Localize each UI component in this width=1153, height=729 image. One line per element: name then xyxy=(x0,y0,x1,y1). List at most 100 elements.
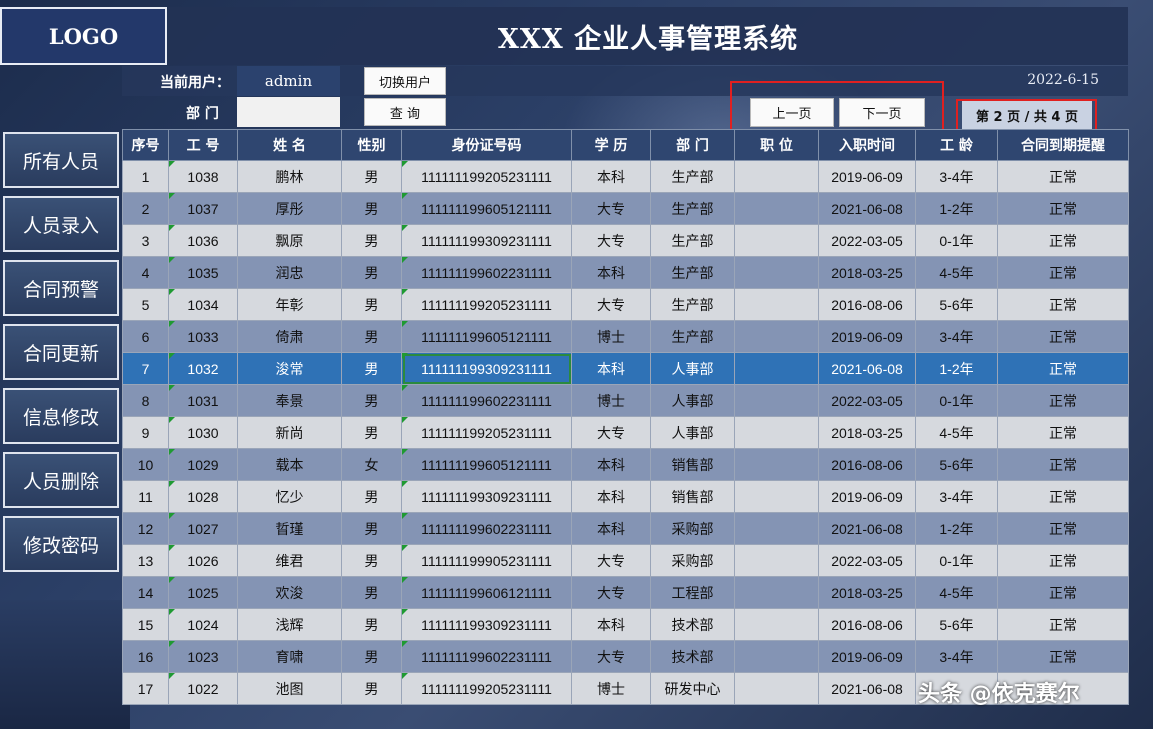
table-cell[interactable]: 1035 xyxy=(168,256,238,289)
table-cell[interactable]: 新尚 xyxy=(237,416,342,449)
table-cell[interactable]: 1033 xyxy=(168,320,238,353)
col-header-gender[interactable]: 性别 xyxy=(341,129,402,161)
table-cell[interactable]: 技术部 xyxy=(650,640,735,673)
table-cell[interactable]: 男 xyxy=(341,160,402,193)
table-row[interactable]: 2 1037 厚彤男 111111199605121111 大专 生产部 2021-06-0… xyxy=(122,192,1129,225)
table-cell[interactable]: 正常 xyxy=(997,352,1129,385)
table-cell[interactable]: 本科 xyxy=(571,256,651,289)
table-cell[interactable]: 111111199205231111 xyxy=(401,288,572,321)
sidebar-item-change-password[interactable]: 修改密码 xyxy=(3,516,119,572)
table-cell[interactable]: 4-5年 xyxy=(915,576,998,609)
table-cell[interactable]: 16 xyxy=(122,640,169,673)
table-cell[interactable]: 工程部 xyxy=(650,576,735,609)
table-cell[interactable]: 111111199309231111 xyxy=(401,352,572,385)
table-cell[interactable]: 7 xyxy=(122,352,169,385)
table-cell[interactable]: 1028 xyxy=(168,480,238,513)
table-cell[interactable]: 男 xyxy=(341,352,402,385)
table-row[interactable]: 16 1023 育啸男 111111199602231111 大专 技术部 2019-06-… xyxy=(122,640,1129,673)
table-cell[interactable]: 正常 xyxy=(997,192,1129,225)
table-cell[interactable]: 忆少 xyxy=(237,480,342,513)
table-cell[interactable]: 3-4年 xyxy=(915,640,998,673)
table-cell[interactable]: 15 xyxy=(122,608,169,641)
table-cell[interactable]: 111111199605121111 xyxy=(401,448,572,481)
table-cell[interactable]: 111111199205231111 xyxy=(401,672,572,705)
table-row[interactable]: 13 1026 维君男 111111199905231111 大专 采购部 2022-03-… xyxy=(122,544,1129,577)
col-header-id-number[interactable]: 身份证号码 xyxy=(401,129,572,161)
table-cell[interactable]: 9 xyxy=(122,416,169,449)
table-cell[interactable]: 飘原 xyxy=(237,224,342,257)
table-cell[interactable]: 男 xyxy=(341,512,402,545)
table-cell[interactable]: 111111199309231111 xyxy=(401,480,572,513)
table-cell[interactable]: 1 xyxy=(122,160,169,193)
table-row[interactable]: 12 1027 晢瑾男 111111199602231111 本科 采购部 2021-06-… xyxy=(122,512,1129,545)
table-cell[interactable]: 3-4年 xyxy=(915,480,998,513)
table-cell[interactable]: 生产部 xyxy=(650,256,735,289)
table-cell[interactable]: 2018-03-25 xyxy=(818,416,916,449)
table-cell[interactable]: 4-5年 xyxy=(915,256,998,289)
table-cell[interactable]: 大专 xyxy=(571,416,651,449)
table-cell[interactable] xyxy=(734,448,819,481)
table-cell[interactable]: 2016-08-06 xyxy=(818,288,916,321)
table-cell[interactable]: 正常 xyxy=(997,448,1129,481)
table-cell[interactable]: 正常 xyxy=(997,576,1129,609)
table-cell[interactable]: 大专 xyxy=(571,288,651,321)
table-cell[interactable]: 生产部 xyxy=(650,288,735,321)
table-cell[interactable] xyxy=(734,352,819,385)
table-cell[interactable]: 2019-06-09 xyxy=(818,160,916,193)
table-row[interactable]: 3 1036 飘原男 111111199309231111 大专 生产部 2022-03-0… xyxy=(122,224,1129,257)
table-cell[interactable]: 正常 xyxy=(997,480,1129,513)
table-cell[interactable]: 大专 xyxy=(571,224,651,257)
table-row[interactable]: 9 1030 新尚男 111111199205231111 大专 人事部 2018-03-2… xyxy=(122,416,1129,449)
table-cell[interactable]: 大专 xyxy=(571,576,651,609)
table-cell[interactable]: 17 xyxy=(122,672,169,705)
table-cell[interactable] xyxy=(734,544,819,577)
table-cell[interactable]: 生产部 xyxy=(650,192,735,225)
table-cell[interactable]: 2018-03-25 xyxy=(818,256,916,289)
table-cell[interactable]: 欢浚 xyxy=(237,576,342,609)
table-cell[interactable]: 12 xyxy=(122,512,169,545)
table-cell[interactable]: 人事部 xyxy=(650,352,735,385)
table-cell[interactable]: 男 xyxy=(341,288,402,321)
sidebar-item-add-staff[interactable]: 人员录入 xyxy=(3,196,119,252)
table-cell[interactable]: 厚彤 xyxy=(237,192,342,225)
table-cell[interactable] xyxy=(734,256,819,289)
table-cell[interactable]: 晢瑾 xyxy=(237,512,342,545)
col-header-index[interactable]: 序号 xyxy=(122,129,169,161)
table-cell[interactable]: 倚肃 xyxy=(237,320,342,353)
table-cell[interactable]: 1-2年 xyxy=(915,192,998,225)
table-cell[interactable]: 正常 xyxy=(997,512,1129,545)
table-cell[interactable]: 男 xyxy=(341,256,402,289)
table-cell[interactable]: 大专 xyxy=(571,544,651,577)
table-cell[interactable]: 润忠 xyxy=(237,256,342,289)
table-cell[interactable]: 1026 xyxy=(168,544,238,577)
table-row[interactable]: 10 1029 载本女 111111199605121111 本科 销售部 2016-08-… xyxy=(122,448,1129,481)
table-cell[interactable]: 1029 xyxy=(168,448,238,481)
table-cell[interactable]: 生产部 xyxy=(650,224,735,257)
table-cell[interactable]: 男 xyxy=(341,384,402,417)
sidebar-item-delete-staff[interactable]: 人员删除 xyxy=(3,452,119,508)
table-cell[interactable] xyxy=(734,160,819,193)
table-cell[interactable] xyxy=(734,288,819,321)
col-header-staff-no[interactable]: 工 号 xyxy=(168,129,238,161)
table-cell[interactable]: 5-6年 xyxy=(915,448,998,481)
col-header-name[interactable]: 姓 名 xyxy=(237,129,342,161)
table-cell[interactable] xyxy=(734,640,819,673)
table-row[interactable]: 8 1031 奉景男 111111199602231111 博士 人事部 2022-03-0… xyxy=(122,384,1129,417)
table-cell[interactable]: 本科 xyxy=(571,352,651,385)
table-cell[interactable]: 13 xyxy=(122,544,169,577)
table-cell[interactable]: 1031 xyxy=(168,384,238,417)
table-cell[interactable]: 年彰 xyxy=(237,288,342,321)
table-cell[interactable]: 人事部 xyxy=(650,416,735,449)
table-cell[interactable]: 池图 xyxy=(237,672,342,705)
table-cell[interactable]: 111111199605121111 xyxy=(401,320,572,353)
table-cell[interactable]: 2021-06-08 xyxy=(818,512,916,545)
sidebar-item-contract-alert[interactable]: 合同预警 xyxy=(3,260,119,316)
table-cell[interactable]: 男 xyxy=(341,608,402,641)
table-cell[interactable]: 正常 xyxy=(997,608,1129,641)
table-cell[interactable]: 本科 xyxy=(571,608,651,641)
table-cell[interactable]: 男 xyxy=(341,224,402,257)
table-row[interactable]: 14 1025 欢浚男 111111199606121111 大专 工程部 2018-03-… xyxy=(122,576,1129,609)
table-cell[interactable]: 博士 xyxy=(571,672,651,705)
table-cell[interactable]: 正常 xyxy=(997,640,1129,673)
table-cell[interactable]: 1024 xyxy=(168,608,238,641)
